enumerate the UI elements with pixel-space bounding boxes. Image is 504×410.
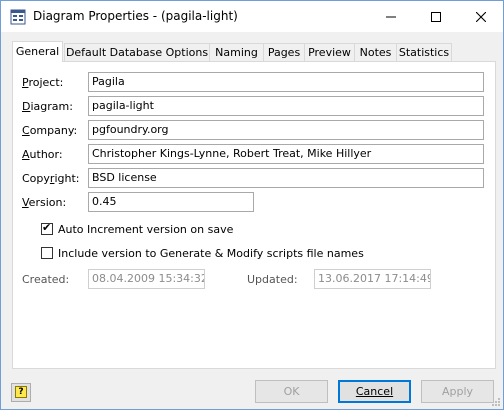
help-button[interactable]: ? [11,383,31,402]
copyright-label: Copyright: [22,172,80,185]
version-field[interactable]: 0.45 [88,192,254,212]
updated-label: Updated: [247,273,298,286]
button-bar: ? OK Cancel Apply [1,371,503,409]
close-icon [475,11,486,22]
tab-statistics[interactable]: Statistics [396,43,452,61]
ok-button[interactable]: OK [255,380,328,403]
resize-grip-icon[interactable] [491,397,501,407]
version-label: Version: [22,196,67,209]
maximize-icon [430,11,441,22]
apply-button[interactable]: Apply [421,380,494,403]
tab-naming[interactable]: Naming [209,43,264,61]
tab-notes[interactable]: Notes [354,43,397,61]
diagram-label: Diagram: [22,100,73,113]
checkmark-icon: ✔ [42,221,52,234]
help-icon: ? [15,386,27,398]
general-tab-panel: Project: Pagila Diagram: pagila-light Co… [12,61,496,369]
minimize-icon [385,16,396,17]
diagram-properties-icon [10,9,26,25]
dialog-window: Diagram Properties - (pagila-light) Gene… [0,0,504,410]
include-version-label: Include version to Generate & Modify scr… [58,247,364,260]
window-title: Diagram Properties - (pagila-light) [33,9,238,23]
maximize-button[interactable] [413,1,458,32]
company-field[interactable]: pgfoundry.org [88,120,484,140]
author-label: Author: [22,148,63,161]
minimize-button[interactable] [368,1,413,32]
tab-preview[interactable]: Preview [304,43,355,61]
copyright-field[interactable]: BSD license [88,168,484,188]
project-field[interactable]: Pagila [88,72,484,92]
auto-increment-label: Auto Increment version on save [58,223,234,236]
auto-increment-checkbox[interactable]: ✔ [41,221,53,235]
diagram-field[interactable]: pagila-light [88,96,484,116]
company-label: Company: [22,124,78,137]
created-field: 08.04.2009 15:34:32 [88,269,205,289]
created-label: Created: [22,273,70,286]
tab-pages[interactable]: Pages [263,43,305,61]
author-field[interactable]: Christopher Kings-Lynne, Robert Treat, M… [88,144,484,164]
tab-general[interactable]: General [12,41,63,62]
title-bar[interactable]: Diagram Properties - (pagila-light) [1,1,503,32]
project-label: Project: [22,76,64,89]
close-button[interactable] [458,1,503,32]
cancel-button[interactable]: Cancel [338,380,411,403]
tab-default-database-options[interactable]: Default Database Options [64,43,210,61]
include-version-checkbox[interactable] [41,247,53,259]
updated-field: 13.06.2017 17:14:49 [314,269,431,289]
